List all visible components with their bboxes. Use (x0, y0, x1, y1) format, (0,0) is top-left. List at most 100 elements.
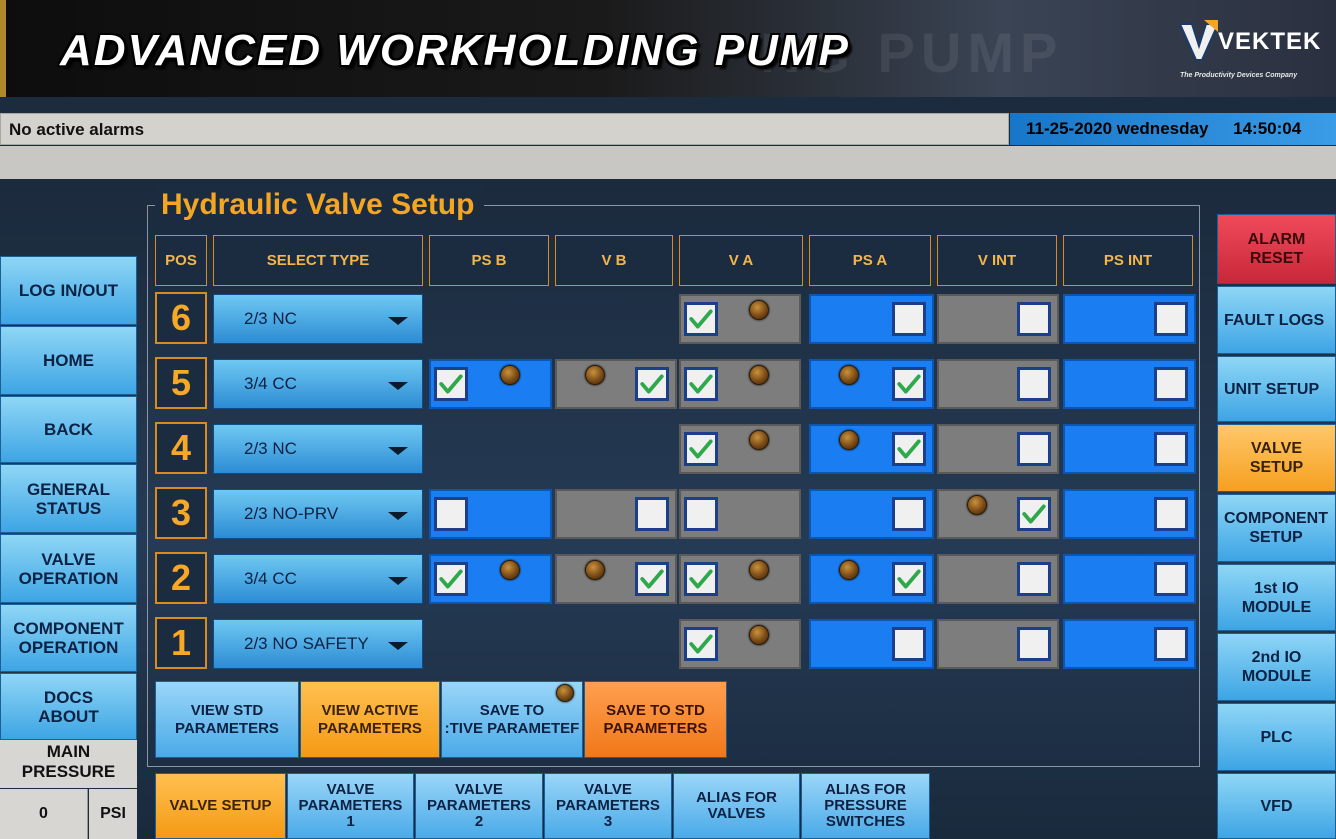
checkbox-unchecked-icon[interactable] (892, 627, 926, 661)
message-bar (0, 146, 1336, 179)
column-header-v-int: V INT (937, 235, 1057, 286)
status-led-icon (839, 560, 859, 580)
checkbox-checked-icon[interactable] (684, 562, 718, 596)
view-std-parameters-button[interactable]: VIEW STD PARAMETERS (155, 681, 299, 758)
component-operation-button[interactable]: COMPONENT OPERATION (0, 604, 137, 672)
checkbox-unchecked-icon[interactable] (434, 497, 468, 531)
io-module-1-button[interactable]: 1st IO MODULE (1217, 564, 1336, 631)
checkbox-checked-icon[interactable] (892, 562, 926, 596)
valve-type-select[interactable]: 3/4 CC (213, 359, 423, 409)
checkbox-unchecked-icon[interactable] (1017, 367, 1051, 401)
valve-type-value: 2/3 NC (244, 439, 297, 458)
main-pressure-value: 0 (0, 789, 88, 839)
tab-valve-parameters-3[interactable]: VALVE PARAMETERS 3 (544, 773, 672, 839)
checkbox-unchecked-icon[interactable] (1154, 627, 1188, 661)
main-pressure-label: MAIN PRESSURE (0, 740, 137, 788)
column-header-ps-int: PS INT (1063, 235, 1193, 286)
position-number: 6 (155, 292, 207, 344)
view-active-parameters-label: VIEW ACTIVE PARAMETERS (318, 701, 422, 737)
fault-logs-button[interactable]: FAULT LOGS (1217, 286, 1336, 354)
checkbox-unchecked-icon[interactable] (1154, 562, 1188, 596)
checkbox-unchecked-icon[interactable] (1017, 627, 1051, 661)
save-to-std-parameters-button[interactable]: SAVE TO STD PARAMETERS (584, 681, 727, 758)
home-button[interactable]: HOME (0, 326, 137, 395)
tab-valve-parameters-2-label: VALVE PARAMETERS 2 (427, 781, 531, 830)
checkbox-unchecked-icon[interactable] (635, 497, 669, 531)
log-in-out-button[interactable]: LOG IN/OUT (0, 256, 137, 325)
alarm-reset-button[interactable]: ALARM RESET (1217, 214, 1336, 284)
checkbox-checked-icon[interactable] (684, 432, 718, 466)
checkbox-unchecked-icon[interactable] (1017, 432, 1051, 466)
component-setup-button[interactable]: COMPONENT SETUP (1217, 494, 1336, 562)
checkbox-unchecked-icon[interactable] (684, 497, 718, 531)
main-pressure-unit: PSI (89, 789, 137, 839)
io-module-1-label: 1st IO MODULE (1241, 579, 1312, 616)
column-header-pos: POS (155, 235, 207, 286)
valve-setup-button[interactable]: VALVE SETUP (1217, 424, 1336, 492)
io-module-2-button[interactable]: 2nd IO MODULE (1217, 633, 1336, 701)
checkbox-checked-icon[interactable] (434, 562, 468, 596)
general-status-button[interactable]: GENERAL STATUS (0, 464, 137, 533)
position-number: 4 (155, 422, 207, 474)
position-number: 2 (155, 552, 207, 604)
checkbox-unchecked-icon[interactable] (1017, 302, 1051, 336)
save-to-std-parameters-label: SAVE TO STD PARAMETERS (603, 701, 708, 737)
checkbox-checked-icon[interactable] (1017, 497, 1051, 531)
dropdown-arrow-icon (388, 642, 408, 650)
dropdown-arrow-icon (388, 447, 408, 455)
tab-alias-for-valves[interactable]: ALIAS FOR VALVES (673, 773, 800, 839)
tab-alias-for-pressure-switches[interactable]: ALIAS FOR PRESSURE SWITCHES (801, 773, 930, 839)
valve-type-select[interactable]: 2/3 NO SAFETY (213, 619, 423, 669)
checkbox-checked-icon[interactable] (635, 562, 669, 596)
checkbox-unchecked-icon[interactable] (1154, 302, 1188, 336)
valve-type-select[interactable]: 2/3 NC (213, 294, 423, 344)
unit-setup-button[interactable]: UNIT SETUP (1217, 356, 1336, 422)
back-button[interactable]: BACK (0, 396, 137, 463)
tab-valve-parameters-1[interactable]: VALVE PARAMETERS 1 (287, 773, 414, 839)
valve-type-value: 2/3 NC (244, 309, 297, 328)
checkbox-checked-icon[interactable] (684, 627, 718, 661)
valve-type-select[interactable]: 2/3 NO-PRV (213, 489, 423, 539)
tab-alias-for-pressure-switches-label: ALIAS FOR PRESSURE SWITCHES (824, 781, 907, 830)
checkbox-checked-icon[interactable] (434, 367, 468, 401)
checkbox-unchecked-icon[interactable] (1154, 497, 1188, 531)
tab-valve-setup[interactable]: VALVE SETUP (155, 773, 286, 839)
status-led-icon (839, 365, 859, 385)
checkbox-unchecked-icon[interactable] (892, 497, 926, 531)
docs-about-button[interactable]: DOCS ABOUT (0, 673, 137, 740)
checkbox-checked-icon[interactable] (635, 367, 669, 401)
status-led-icon (585, 365, 605, 385)
valve-type-value: 2/3 NO SAFETY (244, 634, 369, 653)
position-number: 3 (155, 487, 207, 539)
view-active-parameters-button[interactable]: VIEW ACTIVE PARAMETERS (300, 681, 440, 758)
valve-type-select[interactable]: 2/3 NC (213, 424, 423, 474)
column-header-ps-a: PS A (809, 235, 931, 286)
tab-valve-parameters-2[interactable]: VALVE PARAMETERS 2 (415, 773, 543, 839)
checkbox-unchecked-icon[interactable] (1154, 432, 1188, 466)
column-header-select-type: SELECT TYPE (213, 235, 423, 286)
date-text: 11-25-2020 wednesday (1026, 119, 1209, 138)
fault-logs-label: FAULT LOGS (1224, 311, 1325, 329)
status-led-icon (749, 560, 769, 580)
valve-type-value: 3/4 CC (244, 569, 297, 588)
checkbox-checked-icon[interactable] (892, 367, 926, 401)
view-std-parameters-label: VIEW STD PARAMETERS (175, 701, 279, 737)
vfd-button[interactable]: VFD (1217, 773, 1336, 839)
checkbox-checked-icon[interactable] (684, 302, 718, 336)
status-led-icon (749, 300, 769, 320)
valve-operation-button[interactable]: VALVE OPERATION (0, 534, 137, 603)
tab-valve-setup-label: VALVE SETUP (169, 797, 272, 814)
vfd-label: VFD (1260, 797, 1293, 815)
io-module-2-label: 2nd IO MODULE (1241, 649, 1312, 685)
valve-operation-label: VALVE OPERATION (18, 549, 119, 588)
position-number: 1 (155, 617, 207, 669)
component-setup-label: COMPONENT SETUP (1224, 510, 1328, 546)
checkbox-unchecked-icon[interactable] (1154, 367, 1188, 401)
time-text: 14:50:04 (1233, 119, 1302, 138)
checkbox-unchecked-icon[interactable] (1017, 562, 1051, 596)
valve-type-select[interactable]: 3/4 CC (213, 554, 423, 604)
checkbox-checked-icon[interactable] (684, 367, 718, 401)
checkbox-unchecked-icon[interactable] (892, 302, 926, 336)
plc-button[interactable]: PLC (1217, 703, 1336, 771)
checkbox-checked-icon[interactable] (892, 432, 926, 466)
